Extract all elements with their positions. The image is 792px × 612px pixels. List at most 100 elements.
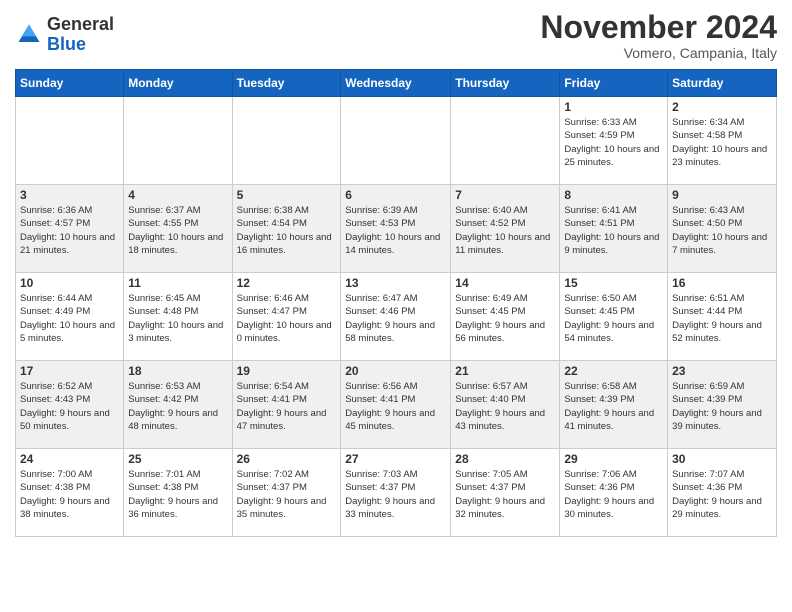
weekday-header-wednesday: Wednesday (341, 70, 451, 97)
day-info: Sunrise: 6:40 AM Sunset: 4:52 PM Dayligh… (455, 204, 555, 257)
day-number: 7 (455, 188, 555, 202)
calendar-header: SundayMondayTuesdayWednesdayThursdayFrid… (16, 70, 777, 97)
calendar-week-4: 17 Sunrise: 6:52 AM Sunset: 4:43 PM Dayli… (16, 361, 777, 449)
calendar-cell: 1 Sunrise: 6:33 AM Sunset: 4:59 PM Daylig… (560, 97, 668, 185)
day-number: 5 (237, 188, 337, 202)
day-info: Sunrise: 6:54 AM Sunset: 4:41 PM Dayligh… (237, 380, 337, 433)
calendar-week-3: 10 Sunrise: 6:44 AM Sunset: 4:49 PM Dayli… (16, 273, 777, 361)
day-info: Sunrise: 6:39 AM Sunset: 4:53 PM Dayligh… (345, 204, 446, 257)
calendar-week-5: 24 Sunrise: 7:00 AM Sunset: 4:38 PM Dayli… (16, 449, 777, 537)
calendar-cell: 7 Sunrise: 6:40 AM Sunset: 4:52 PM Daylig… (451, 185, 560, 273)
day-info: Sunrise: 7:00 AM Sunset: 4:38 PM Dayligh… (20, 468, 119, 521)
calendar-cell: 28 Sunrise: 7:05 AM Sunset: 4:37 PM Dayli… (451, 449, 560, 537)
day-number: 6 (345, 188, 446, 202)
calendar-cell (232, 97, 341, 185)
calendar: SundayMondayTuesdayWednesdayThursdayFrid… (15, 69, 777, 537)
weekday-header-saturday: Saturday (668, 70, 777, 97)
calendar-cell: 16 Sunrise: 6:51 AM Sunset: 4:44 PM Dayli… (668, 273, 777, 361)
calendar-cell (16, 97, 124, 185)
calendar-cell: 15 Sunrise: 6:50 AM Sunset: 4:45 PM Dayli… (560, 273, 668, 361)
day-info: Sunrise: 7:05 AM Sunset: 4:37 PM Dayligh… (455, 468, 555, 521)
calendar-cell: 2Sunrise: 6:34 AM Sunset: 4:58 PM Daylig… (668, 97, 777, 185)
logo-general: General (47, 15, 114, 35)
day-number: 25 (128, 452, 227, 466)
weekday-header-friday: Friday (560, 70, 668, 97)
day-info: Sunrise: 7:07 AM Sunset: 4:36 PM Dayligh… (672, 468, 772, 521)
day-number: 28 (455, 452, 555, 466)
calendar-cell: 29 Sunrise: 7:06 AM Sunset: 4:36 PM Dayli… (560, 449, 668, 537)
day-info: Sunrise: 6:43 AM Sunset: 4:50 PM Dayligh… (672, 204, 772, 257)
day-number: 19 (237, 364, 337, 378)
header: General Blue November 2024 Vomero, Campa… (15, 10, 777, 61)
day-number: 11 (128, 276, 227, 290)
day-info: Sunrise: 6:33 AM Sunset: 4:59 PM Dayligh… (564, 116, 663, 169)
calendar-week-1: 1 Sunrise: 6:33 AM Sunset: 4:59 PM Daylig… (16, 97, 777, 185)
weekday-header-tuesday: Tuesday (232, 70, 341, 97)
weekday-header-thursday: Thursday (451, 70, 560, 97)
day-number: 23 (672, 364, 772, 378)
day-number: 3 (20, 188, 119, 202)
title-block: November 2024 Vomero, Campania, Italy (540, 10, 777, 61)
day-number: 15 (564, 276, 663, 290)
day-number: 10 (20, 276, 119, 290)
day-info: Sunrise: 6:52 AM Sunset: 4:43 PM Dayligh… (20, 380, 119, 433)
day-info: Sunrise: 6:41 AM Sunset: 4:51 PM Dayligh… (564, 204, 663, 257)
logo-blue: Blue (47, 35, 114, 55)
calendar-cell: 11 Sunrise: 6:45 AM Sunset: 4:48 PM Dayli… (124, 273, 232, 361)
calendar-cell: 18Sunrise: 6:53 AM Sunset: 4:42 PM Dayli… (124, 361, 232, 449)
calendar-cell: 4 Sunrise: 6:37 AM Sunset: 4:55 PM Daylig… (124, 185, 232, 273)
calendar-cell: 22Sunrise: 6:58 AM Sunset: 4:39 PM Dayli… (560, 361, 668, 449)
calendar-cell: 6 Sunrise: 6:39 AM Sunset: 4:53 PM Daylig… (341, 185, 451, 273)
day-info: Sunrise: 7:02 AM Sunset: 4:37 PM Dayligh… (237, 468, 337, 521)
logo-icon (15, 21, 43, 49)
day-number: 16 (672, 276, 772, 290)
calendar-cell: 8 Sunrise: 6:41 AM Sunset: 4:51 PM Daylig… (560, 185, 668, 273)
calendar-cell: 23 Sunrise: 6:59 AM Sunset: 4:39 PM Dayli… (668, 361, 777, 449)
day-info: Sunrise: 6:44 AM Sunset: 4:49 PM Dayligh… (20, 292, 119, 345)
month-title: November 2024 (540, 10, 777, 45)
location: Vomero, Campania, Italy (540, 45, 777, 61)
day-number: 30 (672, 452, 772, 466)
day-number: 1 (564, 100, 663, 114)
day-info: Sunrise: 6:45 AM Sunset: 4:48 PM Dayligh… (128, 292, 227, 345)
calendar-body: 1 Sunrise: 6:33 AM Sunset: 4:59 PM Daylig… (16, 97, 777, 537)
calendar-cell: 14Sunrise: 6:49 AM Sunset: 4:45 PM Dayli… (451, 273, 560, 361)
day-number: 17 (20, 364, 119, 378)
day-info: Sunrise: 6:46 AM Sunset: 4:47 PM Dayligh… (237, 292, 337, 345)
calendar-cell: 5 Sunrise: 6:38 AM Sunset: 4:54 PM Daylig… (232, 185, 341, 273)
day-number: 12 (237, 276, 337, 290)
calendar-cell: 9 Sunrise: 6:43 AM Sunset: 4:50 PM Daylig… (668, 185, 777, 273)
day-number: 8 (564, 188, 663, 202)
calendar-cell: 12 Sunrise: 6:46 AM Sunset: 4:47 PM Dayli… (232, 273, 341, 361)
day-info: Sunrise: 6:56 AM Sunset: 4:41 PM Dayligh… (345, 380, 446, 433)
day-info: Sunrise: 6:59 AM Sunset: 4:39 PM Dayligh… (672, 380, 772, 433)
calendar-cell: 21 Sunrise: 6:57 AM Sunset: 4:40 PM Dayli… (451, 361, 560, 449)
day-number: 20 (345, 364, 446, 378)
day-number: 24 (20, 452, 119, 466)
day-info: Sunrise: 6:38 AM Sunset: 4:54 PM Dayligh… (237, 204, 337, 257)
calendar-cell: 30 Sunrise: 7:07 AM Sunset: 4:36 PM Dayli… (668, 449, 777, 537)
day-info: Sunrise: 6:36 AM Sunset: 4:57 PM Dayligh… (20, 204, 119, 257)
day-info: Sunrise: 6:37 AM Sunset: 4:55 PM Dayligh… (128, 204, 227, 257)
day-number: 26 (237, 452, 337, 466)
logo-text: General Blue (47, 15, 114, 55)
day-number: 21 (455, 364, 555, 378)
day-info: Sunrise: 6:50 AM Sunset: 4:45 PM Dayligh… (564, 292, 663, 345)
day-info: Sunrise: 6:53 AM Sunset: 4:42 PM Dayligh… (128, 380, 227, 433)
weekday-header-sunday: Sunday (16, 70, 124, 97)
calendar-cell: 19 Sunrise: 6:54 AM Sunset: 4:41 PM Dayli… (232, 361, 341, 449)
day-number: 22 (564, 364, 663, 378)
day-info: Sunrise: 6:57 AM Sunset: 4:40 PM Dayligh… (455, 380, 555, 433)
day-number: 4 (128, 188, 227, 202)
calendar-cell: 3 Sunrise: 6:36 AM Sunset: 4:57 PM Daylig… (16, 185, 124, 273)
day-number: 29 (564, 452, 663, 466)
calendar-cell (341, 97, 451, 185)
day-info: Sunrise: 6:49 AM Sunset: 4:45 PM Dayligh… (455, 292, 555, 345)
calendar-cell: 25Sunrise: 7:01 AM Sunset: 4:38 PM Dayli… (124, 449, 232, 537)
day-number: 9 (672, 188, 772, 202)
calendar-cell: 20 Sunrise: 6:56 AM Sunset: 4:41 PM Dayli… (341, 361, 451, 449)
calendar-cell: 27Sunrise: 7:03 AM Sunset: 4:37 PM Dayli… (341, 449, 451, 537)
calendar-cell: 10 Sunrise: 6:44 AM Sunset: 4:49 PM Dayli… (16, 273, 124, 361)
day-info: Sunrise: 7:06 AM Sunset: 4:36 PM Dayligh… (564, 468, 663, 521)
day-info: Sunrise: 6:51 AM Sunset: 4:44 PM Dayligh… (672, 292, 772, 345)
